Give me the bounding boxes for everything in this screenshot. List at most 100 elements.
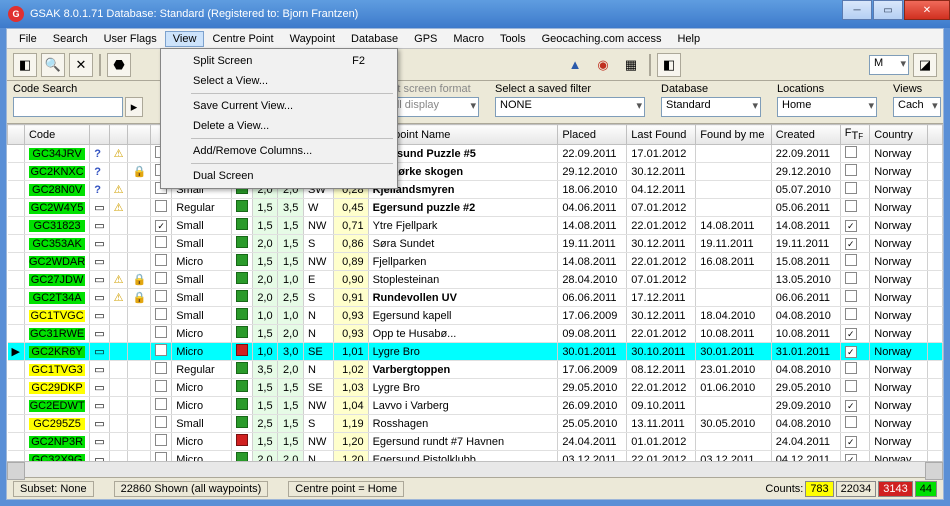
table-row[interactable]: GC1TVGC▭Small1,01,0N0,93Egersund kapell1… xyxy=(8,307,943,325)
ftf-checkbox[interactable] xyxy=(845,380,857,392)
table-row[interactable]: GC31823▭✓Small1,51,5NW0,71Ytre Fjellpark… xyxy=(8,217,943,235)
table-row[interactable]: GC2EDWT▭Micro1,51,5NW1,04Lavvo i Varberg… xyxy=(8,397,943,415)
menu-view[interactable]: View xyxy=(165,31,205,47)
view-menu-add-remove-columns-[interactable]: Add/Remove Columns... xyxy=(163,141,395,161)
code-search-input[interactable] xyxy=(13,97,123,117)
waypoint-grid[interactable]: CodeContainerDTBrgLastWaypoint NamePlace… xyxy=(7,124,943,461)
tool-globe-icon[interactable]: ▲ xyxy=(563,53,587,77)
col-header[interactable] xyxy=(8,125,25,145)
checkbox[interactable] xyxy=(155,344,167,356)
col-header[interactable] xyxy=(109,125,128,145)
menu-gps[interactable]: GPS xyxy=(406,31,445,47)
code-search-go[interactable]: ▸ xyxy=(125,97,143,117)
ftf-checkbox[interactable] xyxy=(845,146,857,158)
tool-db-icon[interactable]: ⬣ xyxy=(107,53,131,77)
ftf-checkbox[interactable] xyxy=(845,362,857,374)
menu-geocaching-com-access[interactable]: Geocaching.com access xyxy=(534,31,670,47)
checkbox[interactable]: ✓ xyxy=(155,220,167,232)
col-header[interactable]: Code xyxy=(24,125,89,145)
ftf-checkbox[interactable]: ✓ xyxy=(845,238,857,250)
checkbox[interactable] xyxy=(155,380,167,392)
col-header[interactable]: Found by me xyxy=(696,125,772,145)
menu-search[interactable]: Search xyxy=(45,31,96,47)
ftf-checkbox[interactable] xyxy=(845,272,857,284)
col-header[interactable] xyxy=(928,125,943,145)
tool-options-icon[interactable]: ◪ xyxy=(913,53,937,77)
tool-icon[interactable]: ◧ xyxy=(13,53,37,77)
checkbox[interactable] xyxy=(155,434,167,446)
checkbox[interactable] xyxy=(155,236,167,248)
view-menu-split-screen[interactable]: Split ScreenF2 xyxy=(163,51,395,71)
table-row[interactable]: GC2WDAR▭Micro1,51,5NW0,89Fjellparken14.0… xyxy=(8,253,943,271)
table-row[interactable]: GC28N0V?⚠Small2,02,0SW0,28Kjellandsmyren… xyxy=(8,181,943,199)
database-select[interactable]: Standard xyxy=(661,97,761,117)
ftf-checkbox[interactable] xyxy=(845,200,857,212)
menu-waypoint[interactable]: Waypoint xyxy=(282,31,343,47)
ftf-checkbox[interactable]: ✓ xyxy=(845,220,857,232)
checkbox[interactable] xyxy=(155,362,167,374)
ftf-checkbox[interactable] xyxy=(845,254,857,266)
col-header[interactable]: Placed xyxy=(558,125,627,145)
col-header[interactable] xyxy=(90,125,109,145)
ftf-checkbox[interactable]: ✓ xyxy=(845,454,857,461)
views-select[interactable]: Cach xyxy=(893,97,941,117)
saved-filter-select[interactable]: NONE xyxy=(495,97,645,117)
checkbox[interactable] xyxy=(155,272,167,284)
ftf-checkbox[interactable] xyxy=(845,164,857,176)
checkbox[interactable] xyxy=(155,254,167,266)
table-row[interactable]: GC1TVG3▭Regular3,52,0N1,02Varbergtoppen1… xyxy=(8,361,943,379)
view-menu-select-a-view-[interactable]: Select a View... xyxy=(163,71,395,91)
tool-flag-icon[interactable]: ◧ xyxy=(657,53,681,77)
col-header[interactable] xyxy=(128,125,151,145)
view-menu-delete-a-view-[interactable]: Delete a View... xyxy=(163,116,395,136)
ftf-checkbox[interactable]: ✓ xyxy=(845,328,857,340)
close-button[interactable]: ✕ xyxy=(904,0,950,20)
table-row[interactable]: GC29DKP▭Micro1,51,5SE1,03Lygre Bro29.05.… xyxy=(8,379,943,397)
ftf-checkbox[interactable] xyxy=(845,182,857,194)
table-row[interactable]: GC295Z5▭Small2,51,5S1,19Rosshagen25.05.2… xyxy=(8,415,943,433)
table-row[interactable]: GC2W4Y5▭⚠Regular1,53,5W0,45Egersund puzz… xyxy=(8,199,943,217)
menu-database[interactable]: Database xyxy=(343,31,406,47)
table-row[interactable]: GC2KNXC?🔒en mørke skogen29.12.201030.12.… xyxy=(8,163,943,181)
ftf-checkbox[interactable]: ✓ xyxy=(845,436,857,448)
col-header[interactable]: Last Found xyxy=(627,125,696,145)
table-row[interactable]: GC353AK▭Small2,01,5S0,86Søra Sundet19.11… xyxy=(8,235,943,253)
checkbox[interactable] xyxy=(155,452,167,461)
menu-user-flags[interactable]: User Flags xyxy=(96,31,165,47)
table-row[interactable]: GC34JRV?⚠Egersund Puzzle #522.09.201117.… xyxy=(8,145,943,163)
tool-palette-icon[interactable]: ▦ xyxy=(619,53,643,77)
m-dropdown[interactable]: M xyxy=(869,55,909,75)
table-row[interactable]: GC32X9G▭Micro2,02,0N1,20Egersund Pistolk… xyxy=(8,451,943,461)
ftf-checkbox[interactable]: ✓ xyxy=(845,400,857,412)
locations-select[interactable]: Home xyxy=(777,97,877,117)
tool-delete-icon[interactable]: ✕ xyxy=(69,53,93,77)
ftf-checkbox[interactable] xyxy=(845,416,857,428)
checkbox[interactable] xyxy=(155,290,167,302)
checkbox[interactable] xyxy=(155,200,167,212)
table-row[interactable]: GC27JDW▭⚠🔒Small2,01,0E0,90Stoplesteinan2… xyxy=(8,271,943,289)
menu-tools[interactable]: Tools xyxy=(492,31,534,47)
menu-centre-point[interactable]: Centre Point xyxy=(204,31,281,47)
checkbox[interactable] xyxy=(155,326,167,338)
ftf-checkbox[interactable] xyxy=(845,290,857,302)
view-menu-save-current-view-[interactable]: Save Current View... xyxy=(163,96,395,116)
menu-file[interactable]: File xyxy=(11,31,45,47)
col-header[interactable]: Created xyxy=(771,125,840,145)
table-row[interactable]: GC2T34A▭⚠🔒Small2,02,5S0,91Rundevollen UV… xyxy=(8,289,943,307)
col-header[interactable]: Country xyxy=(870,125,928,145)
checkbox[interactable] xyxy=(155,308,167,320)
table-row[interactable]: ▶GC2KR6Y▭Micro1,03,0SE1,01Lygre Bro30.01… xyxy=(8,343,943,361)
menu-help[interactable]: Help xyxy=(669,31,708,47)
ftf-checkbox[interactable] xyxy=(845,308,857,320)
checkbox[interactable] xyxy=(155,398,167,410)
tool-disc-icon[interactable]: ◉ xyxy=(591,53,615,77)
maximize-button[interactable]: ▭ xyxy=(873,0,903,20)
horizontal-scrollbar[interactable] xyxy=(7,461,943,477)
tool-zoom-icon[interactable]: 🔍 xyxy=(41,53,65,77)
ftf-checkbox[interactable]: ✓ xyxy=(845,346,857,358)
col-header[interactable]: FTF xyxy=(840,125,870,145)
table-row[interactable]: GC2NP3R▭Micro1,51,5NW1,20Egersund rundt … xyxy=(8,433,943,451)
table-row[interactable]: GC31RWE▭Micro1,52,0N0,93Opp te Husabø...… xyxy=(8,325,943,343)
menu-macro[interactable]: Macro xyxy=(445,31,492,47)
checkbox[interactable] xyxy=(155,416,167,428)
